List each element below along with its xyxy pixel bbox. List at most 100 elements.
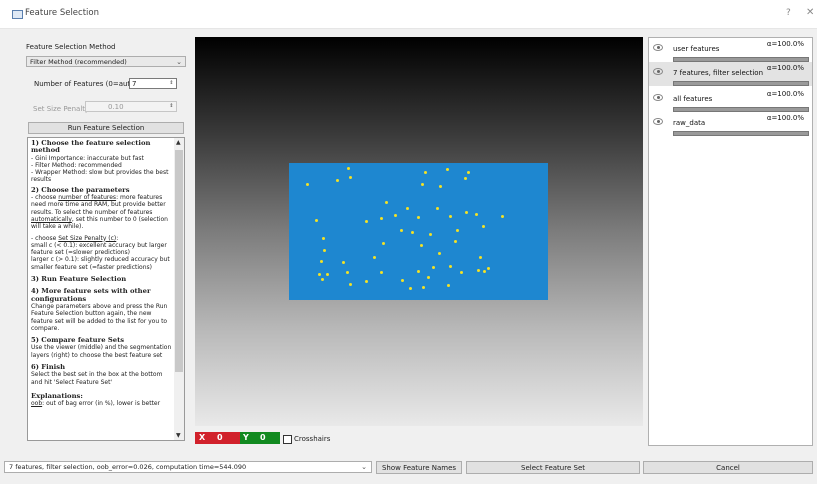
crosshairs-checkbox[interactable] <box>283 435 292 444</box>
segment-blob <box>477 269 480 272</box>
segment-blob <box>465 211 468 214</box>
segment-blob <box>373 256 376 259</box>
segment-blob <box>380 271 383 274</box>
help-step2-para1: - choose number of features: more featur… <box>31 194 168 231</box>
segment-blob <box>315 219 318 222</box>
y-value: 0 <box>260 433 266 442</box>
segment-blob <box>479 256 482 259</box>
segment-blob <box>427 276 430 279</box>
layer-item[interactable]: user features α=100.0% <box>649 38 812 62</box>
y-coordinate-box[interactable]: Y 0 <box>240 432 280 444</box>
help-oob-explanation: oob: out of bag error (in %), lower is b… <box>31 400 161 408</box>
scroll-down-icon[interactable]: ▼ <box>176 432 181 439</box>
scroll-thumb[interactable] <box>175 150 183 372</box>
title-bar: Feature Selection ? ✕ <box>0 0 817 29</box>
segment-blob <box>432 266 435 269</box>
layer-name: raw_data <box>673 119 706 127</box>
segment-blob <box>482 225 485 228</box>
segment-blob <box>429 233 432 236</box>
help-step1-line3: - Wrapper Method: slow but provides the … <box>31 169 169 184</box>
help-step6-title: 6) Finish <box>31 363 66 372</box>
help-text-box[interactable]: 1) Choose the feature selection method -… <box>27 137 185 441</box>
segment-blob <box>501 215 504 218</box>
segment-blob <box>365 280 368 283</box>
segment-blob <box>464 177 467 180</box>
segment-blob <box>447 284 450 287</box>
segment-blob <box>380 217 383 220</box>
segment-blob <box>487 267 490 270</box>
help-step5-text: Use the viewer (middle) and the segmenta… <box>31 344 172 359</box>
image-viewer[interactable] <box>195 37 643 426</box>
layer-name: 7 features, filter selection <box>673 69 764 77</box>
segment-blob <box>349 283 352 286</box>
segment-blob <box>306 183 309 186</box>
segment-blob <box>321 278 324 281</box>
segment-blob <box>417 216 420 219</box>
feature-set-value: 7 features, filter selection, oob_error=… <box>9 463 247 471</box>
segment-blob <box>400 229 403 232</box>
help-step4-title: 4) More feature sets with other configur… <box>31 287 151 303</box>
segment-blob <box>401 279 404 282</box>
run-feature-selection-button[interactable]: Run Feature Selection <box>28 122 184 134</box>
help-button[interactable]: ? <box>786 8 791 18</box>
segment-blob <box>456 229 459 232</box>
method-select-value: Filter Method (recommended) <box>30 58 127 66</box>
segment-blob <box>420 244 423 247</box>
x-coordinate-box[interactable]: X 0 <box>195 432 240 444</box>
segment-blob <box>467 171 470 174</box>
help-explanations-title: Explanations: <box>31 391 83 400</box>
help-step6-text: Select the best set in the box at the bo… <box>31 371 163 386</box>
segment-blob <box>385 201 388 204</box>
close-button[interactable]: ✕ <box>806 7 814 18</box>
help-step2-title: 2) Choose the parameters <box>31 185 130 194</box>
layer-opacity: α=100.0% <box>766 40 804 48</box>
segment-blob <box>409 287 412 290</box>
layer-list[interactable]: user features α=100.0% 7 features, filte… <box>648 37 813 446</box>
help-step4-text: Change parameters above and press the Ru… <box>31 302 168 332</box>
layer-opacity-bar[interactable] <box>673 81 809 86</box>
scroll-up-icon[interactable]: ▲ <box>176 139 181 146</box>
segment-blob <box>454 240 457 243</box>
window-title: Feature Selection <box>25 8 99 18</box>
help-step3-title: 3) Run Feature Selection <box>31 275 127 284</box>
segment-blob <box>326 273 329 276</box>
layer-item-selected[interactable]: 7 features, filter selection α=100.0% <box>649 62 812 86</box>
show-feature-names-button[interactable]: Show Feature Names <box>376 461 462 474</box>
help-text: 1) Choose the feature selection method -… <box>31 139 174 408</box>
segment-blob <box>336 179 339 182</box>
help-scrollbar[interactable]: ▲ ▼ <box>174 138 184 440</box>
segmentation-image[interactable] <box>289 163 548 300</box>
eye-icon[interactable] <box>653 44 663 51</box>
penalty-spinbox[interactable]: 0.10 ⇕ <box>85 101 177 112</box>
chevron-down-icon: ⌄ <box>361 463 367 471</box>
segment-blob <box>406 207 409 210</box>
cancel-button[interactable]: Cancel <box>643 461 813 474</box>
segment-blob <box>436 207 439 210</box>
spin-arrows-icon[interactable]: ⇕ <box>168 80 175 87</box>
segment-blob <box>342 261 345 264</box>
layer-opacity-bar[interactable] <box>673 131 809 136</box>
layer-item[interactable]: raw_data α=100.0% <box>649 112 812 136</box>
segment-blob <box>422 286 425 289</box>
num-features-value: 7 <box>132 80 137 88</box>
spin-arrows-icon[interactable]: ⇕ <box>168 103 175 110</box>
method-heading: Feature Selection Method <box>26 43 116 51</box>
segment-blob <box>318 273 321 276</box>
help-step1-line1: - Gini Importance: inaccurate but fast <box>31 154 144 162</box>
segment-blob <box>421 183 424 186</box>
method-select[interactable]: Filter Method (recommended) ⌄ <box>26 56 186 67</box>
num-features-spinbox[interactable]: 7 ⇕ <box>129 78 177 89</box>
segment-blob <box>449 215 452 218</box>
help-step2-para2: - choose Set Size Penalty (c): <box>31 234 119 242</box>
select-feature-set-button[interactable]: Select Feature Set <box>466 461 640 474</box>
eye-icon[interactable] <box>653 94 663 101</box>
layer-item[interactable]: all features α=100.0% <box>649 88 812 112</box>
segment-blob <box>323 249 326 252</box>
eye-icon[interactable] <box>653 68 663 75</box>
y-label: Y <box>243 433 249 442</box>
chevron-down-icon: ⌄ <box>176 58 182 66</box>
feature-set-select[interactable]: 7 features, filter selection, oob_error=… <box>4 461 372 473</box>
segment-blob <box>346 271 349 274</box>
segment-blob <box>322 237 325 240</box>
eye-icon[interactable] <box>653 118 663 125</box>
